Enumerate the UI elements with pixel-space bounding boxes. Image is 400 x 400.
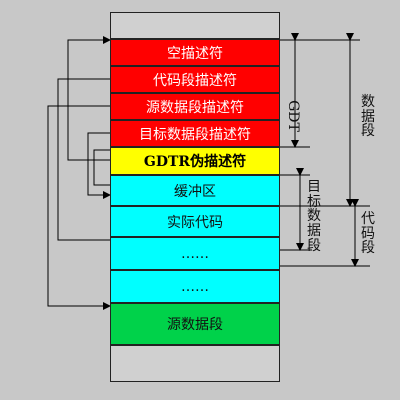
memory-block-4: 源数据段描述符 xyxy=(110,93,280,120)
gdt-label: GDT xyxy=(285,100,301,132)
memory-block-8: 实际代码 xyxy=(110,206,280,237)
memory-diagram: 空描述符 代码段描述符 源数据段描述符 目标数据段描述符 GDTR伪描述符 缓冲区 实际代码… xyxy=(0,0,400,400)
code-segment-label: 代码段 xyxy=(361,211,375,257)
memory-block-9: …… xyxy=(110,237,280,270)
memory-block-7: 缓冲区 xyxy=(110,175,280,206)
target-data-segment-label: 目标数据段 xyxy=(307,179,321,254)
memory-block-2: 空描述符 xyxy=(110,39,280,66)
memory-block-12 xyxy=(110,345,280,382)
memory-block-3: 代码段描述符 xyxy=(110,66,280,93)
memory-block-10: …… xyxy=(110,270,280,303)
data-segment-label: 数据段 xyxy=(361,94,375,140)
memory-block-6: GDTR伪描述符 xyxy=(110,147,280,175)
memory-block-11: 源数据段 xyxy=(110,303,280,345)
memory-block-1 xyxy=(110,12,280,39)
memory-block-5: 目标数据段描述符 xyxy=(110,120,280,147)
